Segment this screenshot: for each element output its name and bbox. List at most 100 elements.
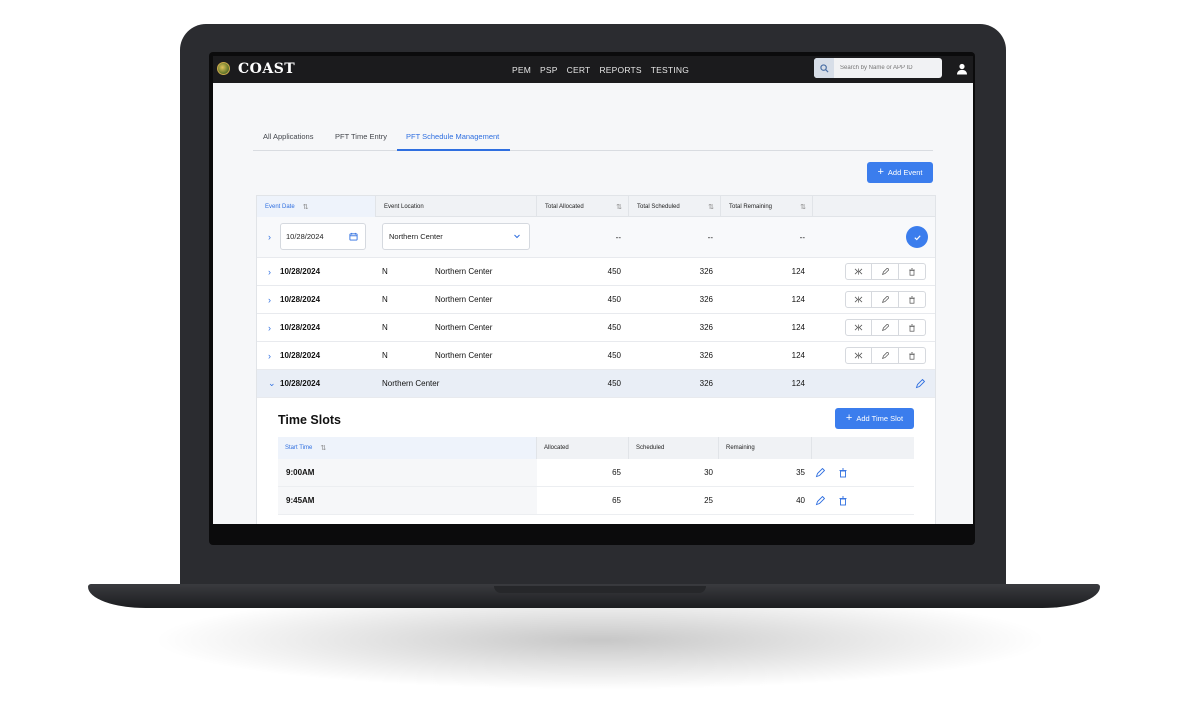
- slot-start-time: 9:45AM: [278, 487, 537, 514]
- sort-ascending-icon[interactable]: ⇅: [320, 444, 326, 452]
- total-scheduled: 326: [699, 379, 713, 388]
- new-event-row: › 10/28/2024 Northern Center -- -- --: [257, 217, 935, 258]
- edit-pencil-icon[interactable]: [872, 291, 899, 308]
- delete-trash-icon[interactable]: [899, 291, 926, 308]
- plus-icon: +: [877, 166, 884, 178]
- event-location-code: N: [382, 295, 388, 304]
- chevron-down-icon[interactable]: ⌄: [268, 370, 276, 397]
- event-location-name: Northern Center: [435, 323, 493, 332]
- total-remaining: 124: [791, 379, 805, 388]
- edit-pencil-icon[interactable]: [915, 370, 925, 397]
- slot-allocated: 65: [612, 468, 621, 477]
- time-slot-row[interactable]: 9:00AM 65 30 35: [278, 459, 914, 487]
- chevron-right-icon[interactable]: ›: [268, 286, 271, 313]
- edit-pencil-icon[interactable]: [872, 263, 899, 280]
- edit-pencil-icon[interactable]: [872, 319, 899, 336]
- chevron-down-icon: [513, 232, 521, 242]
- total-remaining: 124: [791, 351, 805, 360]
- search-input[interactable]: [834, 65, 934, 71]
- column-header-total-remaining[interactable]: Total Remaining ⇅: [721, 196, 813, 217]
- delete-trash-icon[interactable]: [838, 459, 848, 486]
- chevron-right-icon[interactable]: ›: [268, 217, 271, 257]
- event-location-code: N: [382, 351, 388, 360]
- time-slot-row[interactable]: 9:45AM 65 25 40: [278, 487, 914, 515]
- nav-item-reports[interactable]: REPORTS: [599, 65, 641, 75]
- slot-remaining: 35: [796, 468, 805, 477]
- event-location-name: Northern Center: [435, 295, 493, 304]
- event-row[interactable]: › 10/28/2024 N Northern Center 450 326 1…: [257, 286, 935, 314]
- row-actions: [845, 291, 926, 308]
- split-icon[interactable]: [845, 347, 872, 364]
- event-date: 10/28/2024: [280, 323, 321, 332]
- event-date-input[interactable]: 10/28/2024: [280, 223, 366, 250]
- edit-pencil-icon[interactable]: [815, 487, 825, 514]
- nav-item-cert[interactable]: CERT: [567, 65, 591, 75]
- split-icon[interactable]: [845, 263, 872, 280]
- event-row-expanded[interactable]: ⌄ 10/28/2024 Northern Center 450 326 124: [257, 370, 935, 398]
- events-table-header: Event Date ⇅ Event Location Total Alloca…: [257, 196, 935, 217]
- nav-item-pem[interactable]: PEM: [512, 65, 531, 75]
- column-header-scheduled: Scheduled: [629, 437, 719, 459]
- event-row[interactable]: › 10/28/2024 N Northern Center 450 326 1…: [257, 342, 935, 370]
- column-header-allocated: Allocated: [537, 437, 629, 459]
- event-row[interactable]: › 10/28/2024 N Northern Center 450 326 1…: [257, 258, 935, 286]
- sort-icon[interactable]: ⇅: [708, 203, 714, 211]
- column-header-total-allocated[interactable]: Total Allocated ⇅: [537, 196, 629, 217]
- event-location-select[interactable]: Northern Center: [382, 223, 530, 250]
- search-icon[interactable]: [814, 58, 834, 78]
- total-allocated: 450: [607, 295, 621, 304]
- user-account-icon[interactable]: [954, 61, 970, 77]
- event-row[interactable]: › 10/28/2024 N Northern Center 450 326 1…: [257, 314, 935, 342]
- new-remaining-value: --: [799, 232, 805, 242]
- column-header-event-date[interactable]: Event Date ⇅: [257, 196, 376, 217]
- new-scheduled-value: --: [707, 232, 713, 242]
- event-date: 10/28/2024: [280, 295, 321, 304]
- column-header-remaining: Remaining: [719, 437, 812, 459]
- event-location-name: Northern Center: [382, 379, 440, 388]
- delete-trash-icon[interactable]: [899, 319, 926, 336]
- edit-pencil-icon[interactable]: [872, 347, 899, 364]
- delete-trash-icon[interactable]: [899, 347, 926, 364]
- column-header-start-time[interactable]: Start Time ⇅: [278, 437, 537, 459]
- slot-start-time: 9:00AM: [278, 459, 537, 486]
- delete-trash-icon[interactable]: [899, 263, 926, 280]
- total-scheduled: 326: [699, 323, 713, 332]
- column-header-event-location: Event Location: [376, 196, 537, 217]
- add-event-button[interactable]: + Add Event: [867, 162, 933, 183]
- total-remaining-header-label: Total Remaining: [729, 203, 773, 210]
- search-box: [814, 58, 942, 78]
- chevron-right-icon[interactable]: ›: [268, 258, 271, 285]
- add-event-label: Add Event: [887, 168, 923, 177]
- event-location-value: Northern Center: [389, 232, 443, 241]
- split-icon[interactable]: [845, 291, 872, 308]
- column-header-total-scheduled[interactable]: Total Scheduled ⇅: [629, 196, 721, 217]
- total-allocated-header-label: Total Allocated: [545, 203, 584, 210]
- calendar-icon[interactable]: [349, 232, 358, 243]
- add-time-slot-button[interactable]: + Add Time Slot: [835, 408, 914, 429]
- nav-item-psp[interactable]: PSP: [540, 65, 558, 75]
- row-actions: [845, 263, 926, 280]
- delete-trash-icon[interactable]: [838, 487, 848, 514]
- scheduled-header-label: Scheduled: [636, 445, 665, 451]
- nav-item-testing[interactable]: TESTING: [651, 65, 689, 75]
- tab-all-applications[interactable]: All Applications: [263, 132, 313, 141]
- total-remaining: 124: [791, 295, 805, 304]
- slot-remaining: 40: [796, 496, 805, 505]
- sort-icon[interactable]: ⇅: [616, 203, 622, 211]
- sort-ascending-icon[interactable]: ⇅: [303, 203, 309, 211]
- total-allocated: 450: [607, 267, 621, 276]
- chevron-right-icon[interactable]: ›: [268, 342, 271, 369]
- split-icon[interactable]: [845, 319, 872, 336]
- total-allocated: 450: [607, 323, 621, 332]
- add-time-slot-label: Add Time Slot: [856, 414, 904, 423]
- remaining-header-label: Remaining: [726, 445, 755, 451]
- chevron-right-icon[interactable]: ›: [268, 314, 271, 341]
- edit-pencil-icon[interactable]: [815, 459, 825, 486]
- tab-pft-schedule-management[interactable]: PFT Schedule Management: [406, 132, 499, 141]
- sort-icon[interactable]: ⇅: [800, 203, 806, 211]
- active-tab-indicator: [397, 149, 510, 151]
- start-time-header-label: Start Time: [285, 445, 313, 451]
- total-scheduled: 326: [699, 351, 713, 360]
- tab-pft-time-entry[interactable]: PFT Time Entry: [335, 132, 387, 141]
- confirm-checkmark-button[interactable]: [906, 226, 928, 248]
